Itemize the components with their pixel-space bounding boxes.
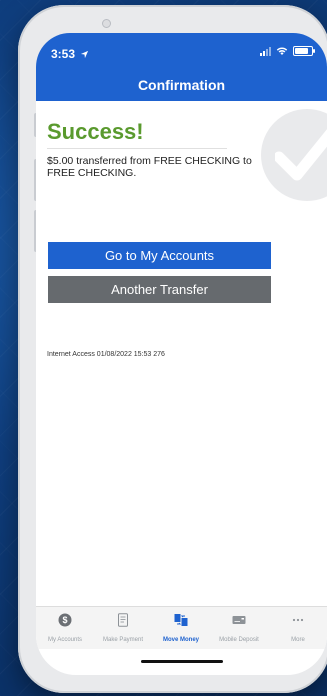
go-to-my-accounts-button[interactable]: Go to My Accounts [48, 242, 271, 269]
status-indicators [260, 46, 315, 56]
signal-icon [260, 46, 271, 56]
status-time: 3:53 [51, 47, 89, 61]
svg-text:$: $ [62, 615, 67, 625]
transfer-icon [174, 614, 188, 626]
more-dots-icon [292, 618, 304, 622]
tab-my-accounts[interactable]: $ My Accounts [36, 607, 94, 649]
tab-label: More [291, 637, 305, 643]
internet-access-footnote: Internet Access 01/08/2022 15:53 276 [47, 351, 165, 358]
tab-label: My Accounts [47, 637, 82, 643]
tab-label: Make Payment [102, 637, 144, 643]
success-heading: Success! [47, 119, 144, 144]
wifi-icon [276, 47, 288, 55]
front-camera [102, 19, 111, 28]
tab-label: Mobile Deposit [219, 637, 259, 643]
battery-icon [293, 46, 315, 56]
heading-divider [47, 148, 227, 149]
tab-more[interactable]: More [269, 607, 327, 649]
confirmation-content: Success! $5.00 transferred from FREE CHE… [36, 101, 327, 606]
page-title: Confirmation [137, 77, 226, 93]
app-header: 3:53 Confirmation [36, 33, 327, 101]
bottom-tab-bar: $ My Accounts Make Payment Move Money Mo… [36, 606, 327, 649]
tab-move-money[interactable]: Move Money [152, 607, 210, 649]
tab-mobile-deposit[interactable]: Mobile Deposit [210, 607, 268, 649]
another-transfer-button[interactable]: Another Transfer [48, 276, 271, 303]
checkmark-watermark-icon [261, 109, 327, 201]
location-arrow-icon [81, 50, 89, 59]
dollar-circle-icon: $ [58, 613, 72, 627]
bill-icon [118, 613, 128, 627]
check-deposit-icon [232, 616, 246, 624]
home-indicator[interactable] [141, 660, 223, 663]
app-screen: 3:53 Confirmation Success! $5.00 transfe… [36, 33, 327, 675]
tab-label: Move Money [162, 637, 199, 643]
transfer-message: $5.00 transferred from FREE CHECKING to … [47, 155, 252, 179]
tab-make-payment[interactable]: Make Payment [94, 607, 152, 649]
